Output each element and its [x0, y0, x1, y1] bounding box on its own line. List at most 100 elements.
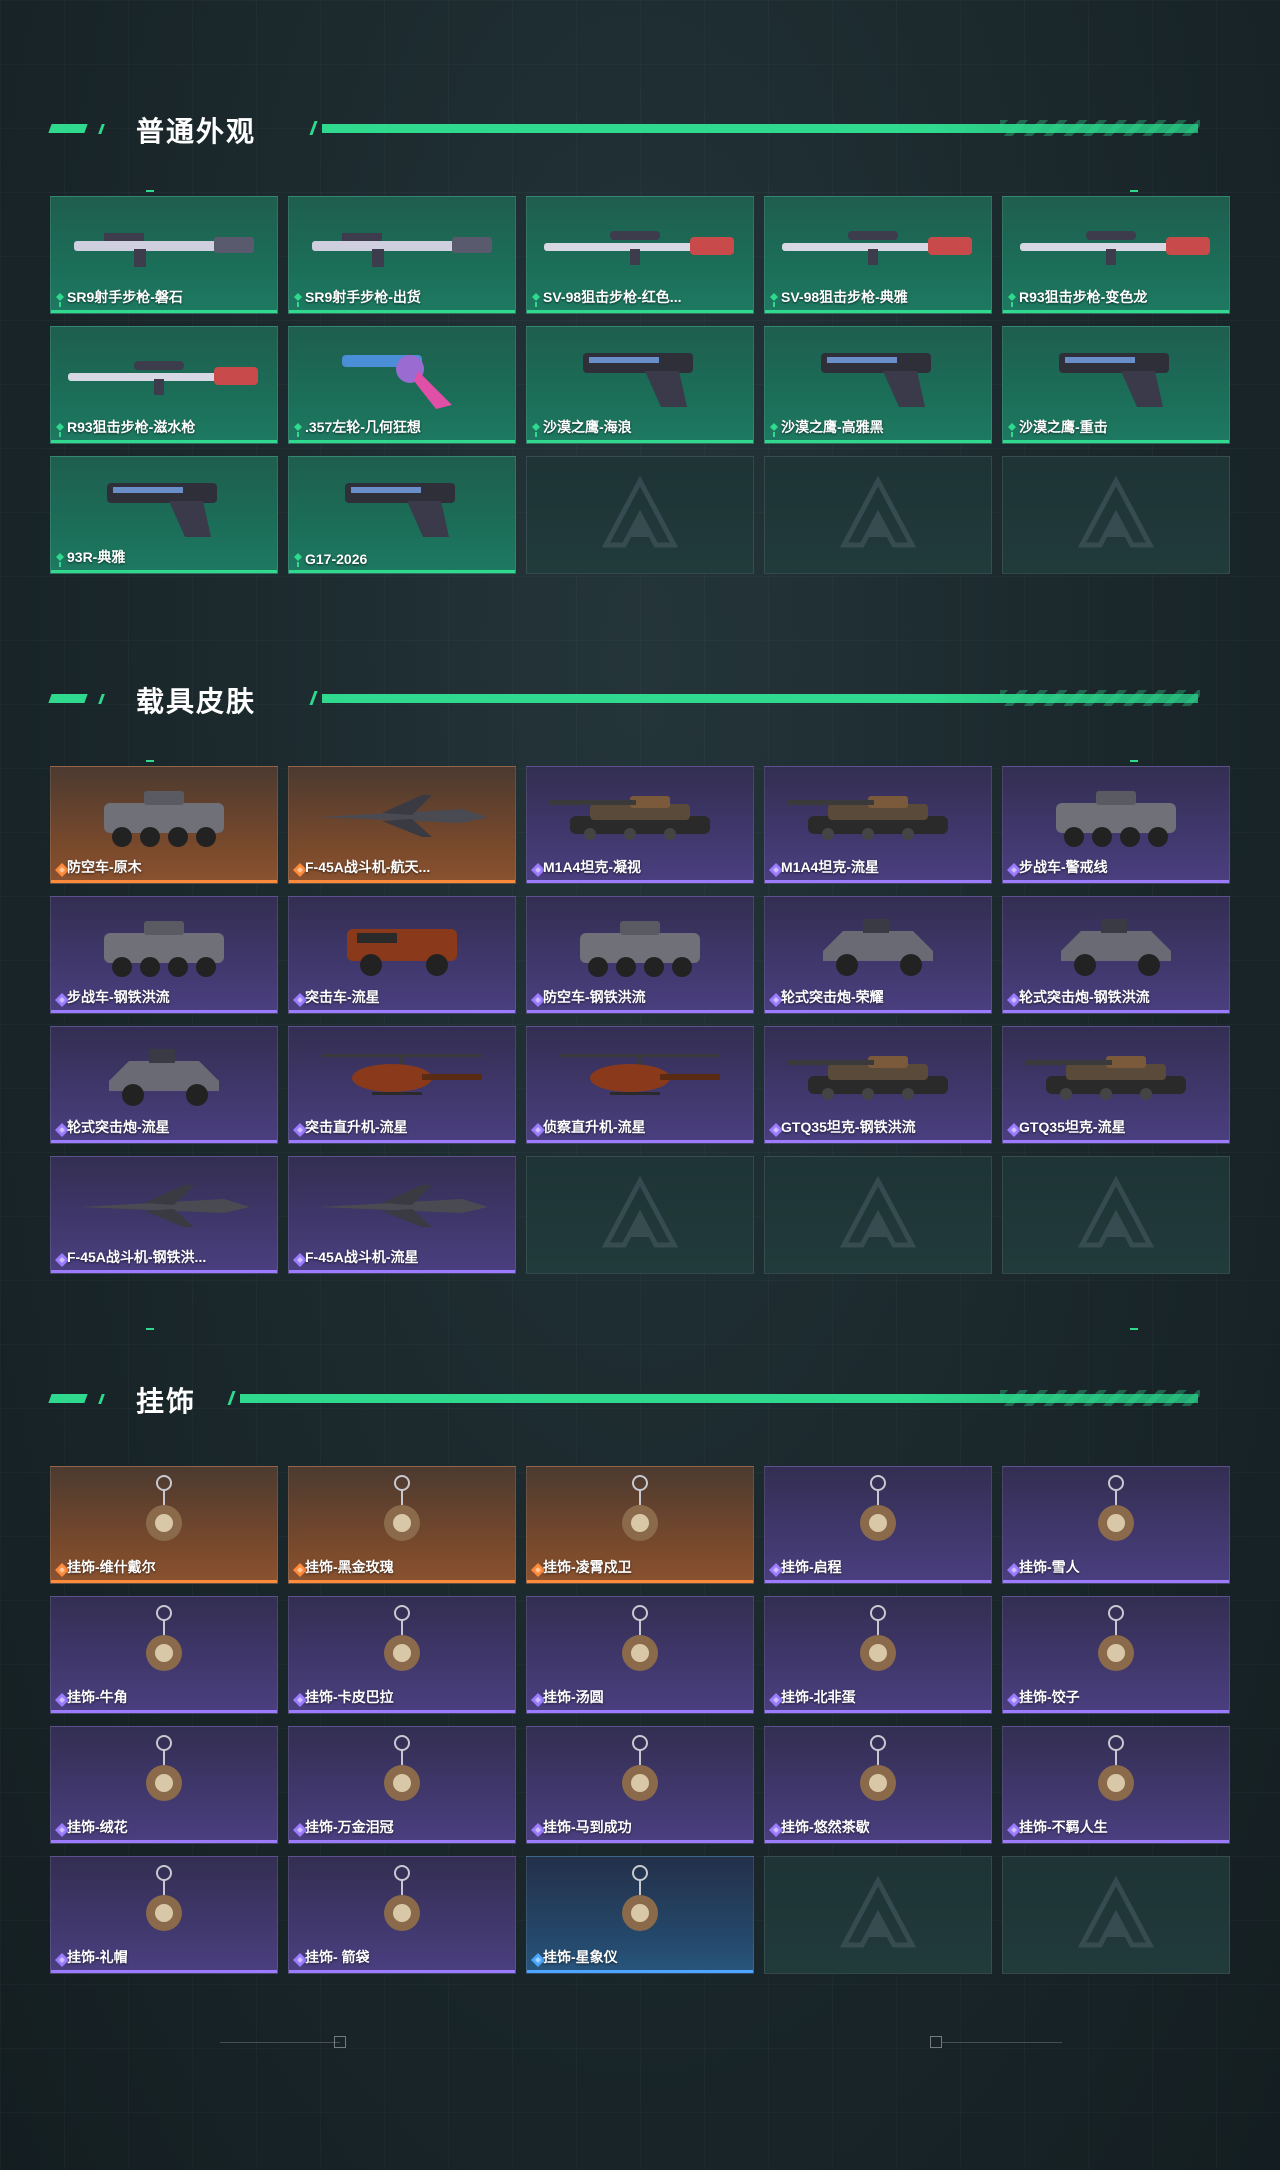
item-card[interactable]: 防空车-钢铁洪流 [526, 896, 754, 1014]
item-card[interactable]: 挂饰-凌霄戍卫 [526, 1466, 754, 1584]
charm-icon [527, 1733, 753, 1819]
logo-watermark-icon [600, 1175, 680, 1255]
rarity-diamond-icon [293, 553, 303, 567]
apc-icon [51, 773, 277, 859]
item-card[interactable]: .357左轮-几何狂想 [288, 326, 516, 444]
item-card[interactable]: SV-98狙击步枪-红色... [526, 196, 754, 314]
item-card[interactable]: 挂饰-维什戴尔 [50, 1466, 278, 1584]
rarity-diamond-icon [293, 1823, 307, 1837]
item-card[interactable]: 挂饰-汤圆 [526, 1596, 754, 1714]
item-card[interactable]: SR9射手步枪-磐石 [50, 196, 278, 314]
pistol-icon [289, 463, 515, 549]
item-card[interactable]: R93狙击步枪-变色龙 [1002, 196, 1230, 314]
item-label: 挂饰-启程 [781, 1559, 842, 1575]
item-card[interactable]: 轮式突击炮-流星 [50, 1026, 278, 1144]
logo-watermark-icon [838, 1875, 918, 1955]
item-card[interactable]: 挂饰- 箭袋 [288, 1856, 516, 1974]
item-card[interactable]: 防空车-原木 [50, 766, 278, 884]
item-card[interactable]: 93R-典雅 [50, 456, 278, 574]
armored-car-icon [51, 1033, 277, 1119]
header-accent-tick [98, 1394, 105, 1404]
item-card[interactable]: F-45A战斗机-流星 [288, 1156, 516, 1274]
revolver-icon [289, 333, 515, 419]
charm-icon [765, 1473, 991, 1559]
apc-icon [527, 903, 753, 989]
rarity-diamond-icon [55, 293, 65, 307]
item-label: R93狙击步枪-滋水枪 [67, 419, 196, 435]
item-card[interactable]: 挂饰-牛角 [50, 1596, 278, 1714]
item-card[interactable]: F-45A战斗机-航天... [288, 766, 516, 884]
item-card[interactable]: 轮式突击炮-荣耀 [764, 896, 992, 1014]
item-label: 突击直升机-流星 [305, 1119, 408, 1135]
item-card[interactable]: SR9射手步枪-出货 [288, 196, 516, 314]
rarity-bar [527, 1710, 753, 1713]
item-card[interactable]: 挂饰-悠然茶歇 [764, 1726, 992, 1844]
corner-marker [1130, 1328, 1138, 1330]
item-card[interactable]: M1A4坦克-流星 [764, 766, 992, 884]
item-card[interactable]: 挂饰-黑金玫瑰 [288, 1466, 516, 1584]
item-card[interactable]: 沙漠之鹰-重击 [1002, 326, 1230, 444]
item-card[interactable]: GTQ35坦克-流星 [1002, 1026, 1230, 1144]
item-label: 93R-典雅 [67, 549, 126, 565]
logo-watermark-icon [1076, 475, 1156, 555]
rarity-bar [527, 310, 753, 313]
item-card[interactable]: 挂饰-不羁人生 [1002, 1726, 1230, 1844]
item-card[interactable]: 挂饰-卡皮巴拉 [288, 1596, 516, 1714]
logo-watermark-icon [838, 475, 918, 555]
rarity-diamond-icon [531, 1953, 545, 1967]
item-card[interactable]: M1A4坦克-凝视 [526, 766, 754, 884]
item-card[interactable]: 侦察直升机-流星 [526, 1026, 754, 1144]
item-card[interactable]: 挂饰-马到成功 [526, 1726, 754, 1844]
corner-marker [1130, 190, 1138, 192]
rarity-bar [527, 1010, 753, 1013]
rarity-diamond-icon [1007, 993, 1021, 1007]
item-card[interactable]: 沙漠之鹰-海浪 [526, 326, 754, 444]
tank-icon [527, 773, 753, 859]
item-card[interactable]: 挂饰-星象仪 [526, 1856, 754, 1974]
item-card[interactable]: 挂饰-万金泪冠 [288, 1726, 516, 1844]
item-card[interactable]: 突击直升机-流星 [288, 1026, 516, 1144]
rarity-bar [289, 1010, 515, 1013]
item-card[interactable]: 突击车-流星 [288, 896, 516, 1014]
rarity-bar [765, 1710, 991, 1713]
item-card[interactable]: 挂饰-启程 [764, 1466, 992, 1584]
item-card[interactable]: 轮式突击炮-钢铁洪流 [1002, 896, 1230, 1014]
item-label: F-45A战斗机-流星 [305, 1249, 419, 1265]
rarity-diamond-icon [769, 1693, 783, 1707]
item-card[interactable]: G17-2026 [288, 456, 516, 574]
item-card[interactable]: 挂饰-饺子 [1002, 1596, 1230, 1714]
item-card[interactable]: SV-98狙击步枪-典雅 [764, 196, 992, 314]
rarity-bar [51, 1270, 277, 1273]
armored-car-icon [765, 903, 991, 989]
apc-icon [1003, 773, 1229, 859]
section-charms: 挂饰 挂饰-维什戴尔 挂饰-黑金玫瑰 挂饰-凌霄戍卫 挂饰-启程 挂饰-雪人 挂饰-牛角挂… [48, 1328, 1230, 1974]
header-stripe-pattern [1000, 1390, 1200, 1406]
header-stripe-pattern [1000, 120, 1200, 136]
rarity-diamond-icon [1007, 1563, 1021, 1577]
item-card[interactable]: 挂饰-礼帽 [50, 1856, 278, 1974]
item-card[interactable]: 挂饰-北非蛋 [764, 1596, 992, 1714]
item-card[interactable]: 沙漠之鹰-高雅黑 [764, 326, 992, 444]
item-card[interactable]: GTQ35坦克-钢铁洪流 [764, 1026, 992, 1144]
item-card[interactable]: F-45A战斗机-钢铁洪... [50, 1156, 278, 1274]
item-card[interactable]: 步战车-钢铁洪流 [50, 896, 278, 1014]
item-label: SV-98狙击步枪-典雅 [781, 289, 908, 305]
item-card[interactable]: 挂饰-雪人 [1002, 1466, 1230, 1584]
rarity-bar [289, 880, 515, 883]
rarity-bar [527, 1970, 753, 1973]
rarity-diamond-icon [55, 1823, 69, 1837]
item-label: 侦察直升机-流星 [543, 1119, 646, 1135]
rarity-bar [527, 1840, 753, 1843]
item-label: 轮式突击炮-荣耀 [781, 989, 884, 1005]
footer-divider [220, 2042, 340, 2043]
rarity-bar [765, 310, 991, 313]
item-card[interactable]: 步战车-警戒线 [1002, 766, 1230, 884]
empty-slot [764, 1156, 992, 1274]
item-card[interactable]: 挂饰-绒花 [50, 1726, 278, 1844]
charm-icon [527, 1863, 753, 1949]
item-card[interactable]: R93狙击步枪-滋水枪 [50, 326, 278, 444]
item-label: 挂饰-维什戴尔 [67, 1559, 156, 1575]
item-label: 挂饰-汤圆 [543, 1689, 604, 1705]
rarity-diamond-icon [55, 1253, 69, 1267]
rifle-icon [51, 203, 277, 289]
